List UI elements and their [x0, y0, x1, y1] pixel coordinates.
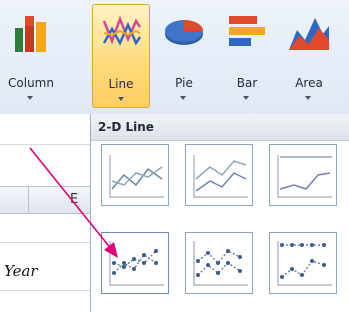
callout-arrow — [29, 147, 118, 258]
